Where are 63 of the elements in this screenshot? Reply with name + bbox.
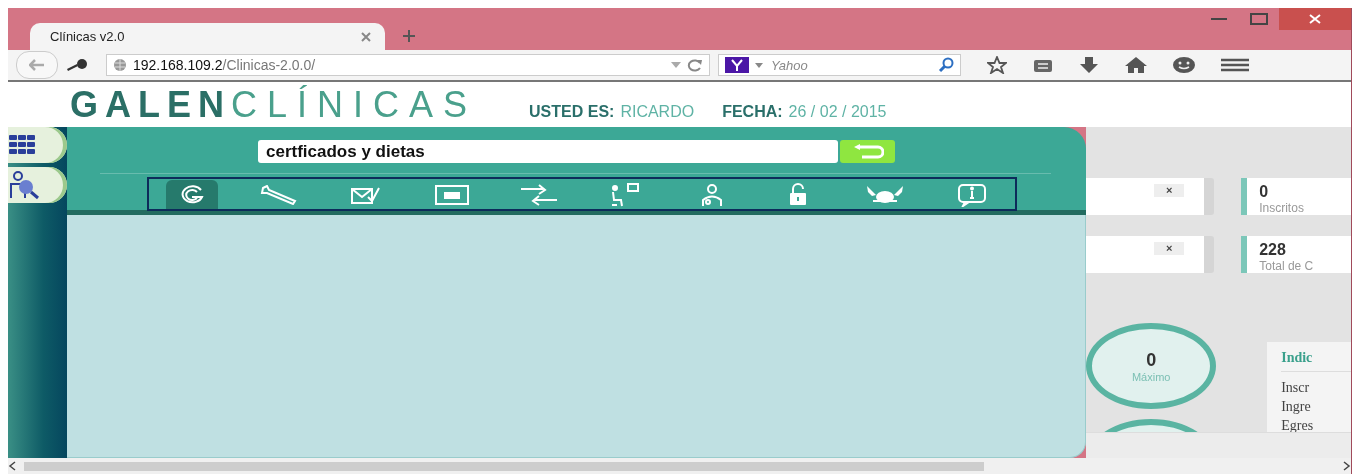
- menu-icon[interactable]: [1221, 58, 1249, 72]
- scroll-right-icon[interactable]: [1341, 461, 1351, 471]
- scroll-left-icon[interactable]: [8, 461, 18, 471]
- address-bar[interactable]: 192.168.109.2/Clinicas-2.0.0/: [106, 54, 710, 76]
- crab-icon: [865, 183, 906, 206]
- search-user-button[interactable]: [8, 167, 67, 203]
- app-logo: GALEN CLÍNICAS: [70, 83, 478, 126]
- info-icon: [956, 182, 987, 207]
- panel-title: Indic: [1281, 350, 1351, 372]
- close-icon[interactable]: [361, 31, 371, 42]
- back-button[interactable]: [16, 51, 58, 79]
- date-label: FECHA:: [722, 102, 783, 121]
- close-icon: [1309, 14, 1321, 24]
- apps-button[interactable]: [8, 127, 67, 163]
- stat-label: Inscritos: [1259, 201, 1305, 215]
- dropdown-icon[interactable]: [671, 62, 681, 68]
- arrows-icon: [518, 183, 559, 206]
- download-icon[interactable]: [1079, 57, 1099, 73]
- tab-title: Clínicas v2.0: [50, 29, 125, 44]
- key-icon: [66, 58, 88, 72]
- url-host: 192.168.109.2: [133, 57, 223, 73]
- new-tab-icon[interactable]: [403, 30, 415, 42]
- clipboard-icon[interactable]: [1033, 57, 1053, 73]
- close-button[interactable]: [1279, 8, 1351, 30]
- user-name: RICARDO: [620, 102, 695, 121]
- doctor-icon: [699, 182, 724, 207]
- search-icon[interactable]: [938, 57, 954, 73]
- stat-label: Total de C: [1259, 259, 1315, 273]
- user-label: USTED ES:: [529, 102, 615, 121]
- stat-value: 0: [1259, 183, 1270, 201]
- scroll-thumb[interactable]: [24, 461, 984, 471]
- url-path: /Clinicas-2.0.0/: [222, 57, 316, 73]
- globe-icon: [113, 58, 127, 72]
- back-arrow-icon: [29, 59, 45, 71]
- browser-tab[interactable]: Clínicas v2.0: [30, 23, 385, 50]
- gauge-label: Máximo: [1131, 370, 1171, 383]
- search-field[interactable]: certficados y dietas: [258, 140, 838, 163]
- menu-tab[interactable]: [166, 180, 219, 209]
- maximize-icon[interactable]: [1250, 13, 1268, 25]
- g-logo-icon: [179, 184, 206, 205]
- wrench-icon: [258, 184, 299, 205]
- search-field[interactable]: Yahoo: [718, 54, 961, 76]
- person-magnifier-icon: [8, 170, 40, 200]
- gauge-value: 0: [1146, 349, 1157, 371]
- grid-icon: [8, 134, 36, 156]
- dropdown-icon[interactable]: [755, 62, 763, 68]
- indicator-label: Inscr: [1281, 379, 1311, 397]
- close-button[interactable]: ×: [1154, 184, 1185, 197]
- reload-icon[interactable]: [687, 58, 703, 72]
- home-icon[interactable]: [1125, 57, 1147, 73]
- window-icon: [434, 183, 471, 206]
- indicator-label: Ingre: [1281, 398, 1312, 416]
- smiley-icon[interactable]: [1173, 56, 1195, 74]
- stat-value: 228: [1259, 241, 1287, 259]
- padlock-icon: [788, 182, 809, 207]
- yahoo-logo-icon: [725, 57, 749, 73]
- date-value: 26 / 02 / 2015: [788, 102, 887, 121]
- seated-person-icon: [609, 182, 642, 207]
- close-button[interactable]: ×: [1154, 242, 1185, 255]
- horizontal-scrollbar[interactable]: [8, 458, 1351, 474]
- minimize-icon[interactable]: [1211, 17, 1227, 21]
- star-icon[interactable]: [987, 56, 1007, 74]
- search-input[interactable]: Yahoo: [769, 56, 923, 74]
